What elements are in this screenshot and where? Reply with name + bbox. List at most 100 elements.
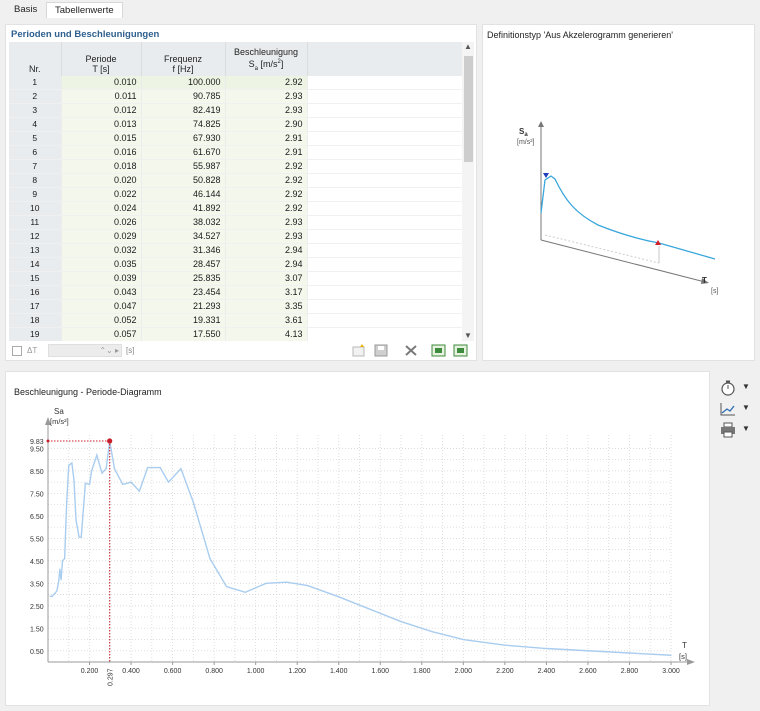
x-tick-label: 2.200 <box>496 668 514 675</box>
delta-t-spinner[interactable]: ⌃⌄ ▸ <box>48 344 122 357</box>
table-row[interactable]: 15 0.039 25.835 3.07 <box>9 271 463 286</box>
frequency-cell[interactable]: 25.835 <box>141 271 226 286</box>
acceleration-cell[interactable]: 2.92 <box>225 201 308 216</box>
frequency-cell[interactable]: 100.000 <box>141 76 226 90</box>
frequency-cell[interactable]: 50.828 <box>141 173 226 188</box>
frequency-cell[interactable]: 38.032 <box>141 215 226 230</box>
table-scrollbar[interactable]: ▲ ▼ <box>462 42 474 341</box>
acceleration-cell[interactable]: 2.94 <box>225 257 308 272</box>
stopwatch-button[interactable]: ▼ <box>718 379 756 397</box>
table-row[interactable]: 4 0.013 74.825 2.90 <box>9 117 463 132</box>
frequency-cell[interactable]: 46.144 <box>141 187 226 202</box>
table-row[interactable]: 13 0.032 31.346 2.94 <box>9 243 463 258</box>
acceleration-cell[interactable]: 2.91 <box>225 131 308 146</box>
period-cell[interactable]: 0.043 <box>61 285 142 300</box>
table-row[interactable]: 19 0.057 17.550 4.13 <box>9 327 463 341</box>
period-cell[interactable]: 0.010 <box>61 76 142 90</box>
frequency-cell[interactable]: 90.785 <box>141 89 226 104</box>
acceleration-cell[interactable]: 2.94 <box>225 243 308 258</box>
table-row[interactable]: 17 0.047 21.293 3.35 <box>9 299 463 314</box>
period-cell[interactable]: 0.012 <box>61 103 142 118</box>
column-header-nr[interactable]: Nr. <box>9 42 62 76</box>
acceleration-cell[interactable]: 3.07 <box>225 271 308 286</box>
column-header-periode[interactable]: Periode T [s] <box>61 42 142 76</box>
acceleration-cell[interactable]: 2.93 <box>225 215 308 230</box>
period-cell[interactable]: 0.029 <box>61 229 142 244</box>
table-row[interactable]: 3 0.012 82.419 2.93 <box>9 103 463 118</box>
table-row[interactable]: 18 0.052 19.331 3.61 <box>9 313 463 328</box>
frequency-cell[interactable]: 82.419 <box>141 103 226 118</box>
period-cell[interactable]: 0.015 <box>61 131 142 146</box>
table-row[interactable]: 16 0.043 23.454 3.17 <box>9 285 463 300</box>
sketch-y-unit: [m/s²] <box>517 139 535 146</box>
frequency-cell[interactable]: 41.892 <box>141 201 226 216</box>
acceleration-cell[interactable]: 3.35 <box>225 299 308 314</box>
period-cell[interactable]: 0.026 <box>61 215 142 230</box>
frequency-cell[interactable]: 21.293 <box>141 299 226 314</box>
table-row[interactable]: 11 0.026 38.032 2.93 <box>9 215 463 230</box>
acceleration-cell[interactable]: 2.90 <box>225 117 308 132</box>
scroll-up-icon[interactable]: ▲ <box>462 42 474 52</box>
acceleration-cell[interactable]: 2.93 <box>225 229 308 244</box>
table-row[interactable]: 9 0.022 46.144 2.92 <box>9 187 463 202</box>
tab-tabellenwerte[interactable]: Tabellenwerte <box>46 2 123 18</box>
save-button[interactable] <box>372 343 390 358</box>
table-row[interactable]: 8 0.020 50.828 2.92 <box>9 173 463 188</box>
table-row[interactable]: 5 0.015 67.930 2.91 <box>9 131 463 146</box>
frequency-cell[interactable]: 19.331 <box>141 313 226 328</box>
frequency-cell[interactable]: 31.346 <box>141 243 226 258</box>
period-cell[interactable]: 0.035 <box>61 257 142 272</box>
acceleration-cell[interactable]: 4.13 <box>225 327 308 341</box>
period-cell[interactable]: 0.057 <box>61 327 142 341</box>
frequency-cell[interactable]: 61.670 <box>141 145 226 160</box>
print-button[interactable]: ▼ <box>718 421 756 439</box>
period-cell[interactable]: 0.039 <box>61 271 142 286</box>
period-cell[interactable]: 0.047 <box>61 299 142 314</box>
acceleration-cell[interactable]: 2.93 <box>225 89 308 104</box>
tab-basis[interactable]: Basis <box>6 2 45 18</box>
acceleration-cell[interactable]: 2.92 <box>225 159 308 174</box>
acceleration-cell[interactable]: 2.92 <box>225 187 308 202</box>
import-button[interactable] <box>452 343 470 358</box>
frequency-cell[interactable]: 17.550 <box>141 327 226 341</box>
period-cell[interactable]: 0.052 <box>61 313 142 328</box>
frequency-cell[interactable]: 67.930 <box>141 131 226 146</box>
period-cell[interactable]: 0.016 <box>61 145 142 160</box>
period-cell[interactable]: 0.020 <box>61 173 142 188</box>
table-row[interactable]: 12 0.029 34.527 2.93 <box>9 229 463 244</box>
period-cell[interactable]: 0.011 <box>61 89 142 104</box>
table-row[interactable]: 1 0.010 100.000 2.92 <box>9 76 463 90</box>
table-row[interactable]: 2 0.011 90.785 2.93 <box>9 89 463 104</box>
periods-table: Nr. Periode T [s] Frequenz f [Hz] Beschleu… <box>9 42 463 341</box>
new-row-button[interactable] <box>350 343 368 358</box>
frequency-cell[interactable]: 28.457 <box>141 257 226 272</box>
acceleration-cell[interactable]: 3.17 <box>225 285 308 300</box>
period-cell[interactable]: 0.024 <box>61 201 142 216</box>
acceleration-cell[interactable]: 2.93 <box>225 103 308 118</box>
column-header-beschleunigung[interactable]: Beschleunigung Sa [m/s2] <box>225 42 308 76</box>
period-cell[interactable]: 0.013 <box>61 117 142 132</box>
period-cell[interactable]: 0.032 <box>61 243 142 258</box>
acceleration-cell[interactable]: 2.91 <box>225 145 308 160</box>
table-row[interactable]: 6 0.016 61.670 2.91 <box>9 145 463 160</box>
frequency-cell[interactable]: 23.454 <box>141 285 226 300</box>
frequency-cell[interactable]: 74.825 <box>141 117 226 132</box>
delta-t-checkbox[interactable] <box>12 346 22 356</box>
period-cell[interactable]: 0.022 <box>61 187 142 202</box>
frequency-cell[interactable]: 34.527 <box>141 229 226 244</box>
table-row[interactable]: 14 0.035 28.457 2.94 <box>9 257 463 272</box>
table-row[interactable]: 7 0.018 55.987 2.92 <box>9 159 463 174</box>
scroll-thumb[interactable] <box>464 56 473 162</box>
graph-settings-button[interactable]: ▼ <box>718 400 756 418</box>
acceleration-cell[interactable]: 3.61 <box>225 313 308 328</box>
export-button[interactable] <box>430 343 448 358</box>
acceleration-cell[interactable]: 2.92 <box>225 76 308 90</box>
period-cell[interactable]: 0.018 <box>61 159 142 174</box>
table-row[interactable]: 10 0.024 41.892 2.92 <box>9 201 463 216</box>
delete-button[interactable] <box>402 343 420 358</box>
data-point <box>91 470 93 472</box>
scroll-down-icon[interactable]: ▼ <box>462 331 474 341</box>
column-header-frequenz[interactable]: Frequenz f [Hz] <box>141 42 226 76</box>
acceleration-cell[interactable]: 2.92 <box>225 173 308 188</box>
frequency-cell[interactable]: 55.987 <box>141 159 226 174</box>
